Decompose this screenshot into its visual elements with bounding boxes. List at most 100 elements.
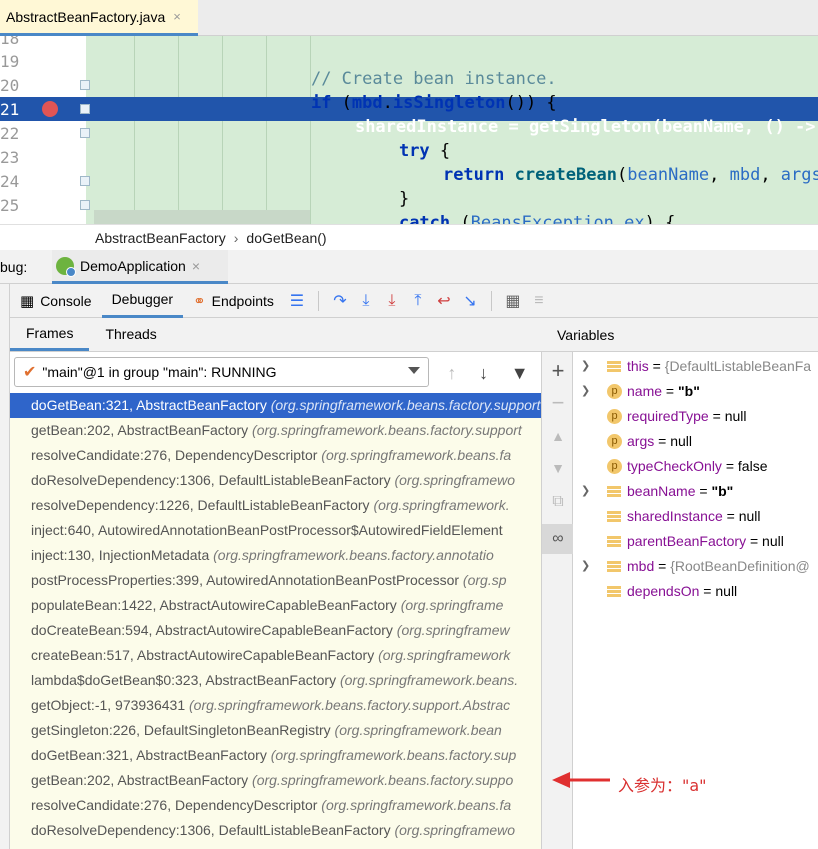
code-editor[interactable]: 18 19 20 21 22 23 24 25 // Create bean i… <box>0 36 818 224</box>
expand-arrow-icon[interactable]: ❯ <box>581 354 590 379</box>
stack-frame[interactable]: getBean:202, AbstractBeanFactory (org.sp… <box>10 768 541 793</box>
stack-frame-package: (org.springframework.beans.factory.suppo… <box>270 397 541 413</box>
drop-frame-icon[interactable]: ↩ <box>431 291 457 311</box>
stack-frame[interactable]: doResolveDependency:1306, DefaultListabl… <box>10 818 541 843</box>
variable-name: args <box>627 433 655 449</box>
move-down-icon[interactable]: ▼ <box>542 460 574 476</box>
trace-icon[interactable]: ≡ <box>526 292 552 310</box>
stack-frame-package: (org.springframe <box>400 597 504 613</box>
variable-row[interactable]: p args = null <box>573 429 818 454</box>
evaluate-expression-icon[interactable]: ▦ <box>500 291 526 311</box>
close-icon[interactable]: × <box>192 258 200 274</box>
stack-frame-method: inject:640, AutowiredAnnotationBeanPostP… <box>31 522 503 538</box>
tab-console[interactable]: ▦ Console <box>10 284 102 318</box>
fold-marker-icon[interactable] <box>80 176 90 186</box>
tab-endpoints[interactable]: ⚭ Endpoints <box>183 284 284 318</box>
stack-frame[interactable]: postProcessProperties:399, AutowiredAnno… <box>10 568 541 593</box>
stack-frame-package: (org.springframewo <box>394 822 516 838</box>
remove-watch-icon[interactable]: − <box>542 390 574 416</box>
tab-debugger[interactable]: Debugger <box>101 284 184 318</box>
stack-frame-package: (org.springframew <box>396 622 510 638</box>
step-into-icon[interactable]: ⤓ <box>353 292 379 310</box>
variable-equals: = <box>654 558 671 574</box>
tab-demoapplication[interactable]: DemoApplication × <box>52 250 228 284</box>
variable-equals: = <box>708 408 725 424</box>
stack-frame[interactable]: doResolveDependency:1306, DefaultListabl… <box>10 468 541 493</box>
stack-frame[interactable]: getBean:202, AbstractBeanFactory (org.sp… <box>10 418 541 443</box>
stack-frame-method: doResolveDependency:1306, DefaultListabl… <box>31 472 395 488</box>
stack-frame[interactable]: populateBean:1422, AbstractAutowireCapab… <box>10 593 541 618</box>
stack-frame[interactable]: inject:130, InjectionMetadata (org.sprin… <box>10 543 541 568</box>
stack-frame[interactable]: doCreateBean:594, AbstractAutowireCapabl… <box>10 618 541 643</box>
thread-select[interactable]: ✔ "main"@1 in group "main": RUNNING <box>14 357 429 387</box>
stack-frame[interactable]: resolveDependency:1226, DefaultListableB… <box>10 493 541 518</box>
breakpoint-icon[interactable] <box>42 101 58 117</box>
variable-value: null <box>762 533 784 549</box>
stack-frame[interactable]: getObject:-1, 973936431 (org.springframe… <box>10 693 541 718</box>
variable-row[interactable]: sharedInstance = null <box>573 504 818 529</box>
stack-frame-package: (org.sp <box>462 572 507 588</box>
variable-row[interactable]: parentBeanFactory = null <box>573 529 818 554</box>
show-watches-icon[interactable]: ∞ <box>542 524 574 554</box>
variable-row[interactable]: ❯ beanName = "b" <box>573 479 818 504</box>
copy-icon[interactable]: ⧉ <box>542 493 574 511</box>
stack-frame-method: lambda$doGetBean$0:323, AbstractBeanFact… <box>31 672 340 688</box>
stack-frame[interactable]: resolveCandidate:276, DependencyDescript… <box>10 793 541 818</box>
stack-frame-method: createBean:517, AbstractAutowireCapableB… <box>31 647 379 663</box>
tab-threads[interactable]: Threads <box>89 317 172 351</box>
stack-frame[interactable]: doGetBean:321, AbstractBeanFactory (org.… <box>10 393 541 418</box>
filter-icon[interactable]: ▼ <box>511 363 529 384</box>
stack-frame[interactable]: doGetBean:321, AbstractBeanFactory (org.… <box>10 743 541 768</box>
tab-console-label: Console <box>40 292 92 309</box>
step-over-icon[interactable]: ↷ <box>327 291 353 311</box>
stack-frame[interactable]: getSingleton:226, DefaultSingletonBeanRe… <box>10 718 541 743</box>
fold-marker-icon[interactable] <box>80 200 90 210</box>
line-number: 22 <box>0 124 20 143</box>
variable-value: "b" <box>678 383 700 399</box>
endpoints-icon: ⚭ <box>193 292 206 310</box>
breadcrumb-class[interactable]: AbstractBeanFactory <box>95 230 226 246</box>
fold-marker-icon[interactable] <box>80 128 90 138</box>
move-up-icon[interactable]: ▲ <box>542 428 574 444</box>
fold-marker-icon[interactable] <box>80 80 90 90</box>
expand-arrow-icon[interactable]: ❯ <box>581 554 590 579</box>
tab-frames[interactable]: Frames <box>10 317 90 351</box>
force-step-into-icon[interactable]: ⤓ <box>379 292 405 310</box>
variable-row[interactable]: p typeCheckOnly = false <box>573 454 818 479</box>
tab-debugger-label: Debugger <box>111 291 174 307</box>
debug-tool-window-header: bug: DemoApplication × <box>0 250 818 284</box>
variable-row[interactable]: p requiredType = null <box>573 404 818 429</box>
menu-icon[interactable]: ☰ <box>284 291 310 311</box>
variable-row[interactable]: ❯ mbd = {RootBeanDefinition@ <box>573 554 818 579</box>
variable-value: false <box>737 458 768 474</box>
step-out-icon[interactable]: ⤒ <box>405 292 431 310</box>
variable-equals: = <box>648 358 665 374</box>
stack-frame-method: populateBean:1422, AbstractAutowireCapab… <box>31 597 401 613</box>
tab-endpoints-label: Endpoints <box>211 292 274 309</box>
arrow-up-icon[interactable]: ↑ <box>447 363 456 384</box>
expand-arrow-icon[interactable]: ❯ <box>581 479 590 504</box>
stack-frame[interactable]: createBean:517, AbstractAutowireCapableB… <box>10 643 541 668</box>
stack-frame[interactable]: resolveCandidate:276, DependencyDescript… <box>10 443 541 468</box>
run-to-cursor-icon[interactable]: ↘ <box>457 291 483 311</box>
close-icon[interactable]: × <box>173 9 181 24</box>
frames-list: doGetBean:321, AbstractBeanFactory (org.… <box>10 393 541 849</box>
stack-frame[interactable]: lambda$doGetBean$0:323, AbstractBeanFact… <box>10 668 541 693</box>
variable-row[interactable]: ❯ this = {DefaultListableBeanFa <box>573 354 818 379</box>
fold-marker-icon[interactable] <box>80 104 90 114</box>
expand-arrow-icon[interactable]: ❯ <box>581 379 590 404</box>
chevron-down-icon <box>408 367 420 374</box>
field-icon <box>607 484 621 498</box>
variable-row[interactable]: ❯ p name = "b" <box>573 379 818 404</box>
breadcrumb-method[interactable]: doGetBean() <box>246 230 326 246</box>
stack-frame-method: getObject:-1, 973936431 <box>31 697 190 713</box>
field-icon <box>607 559 621 573</box>
variable-row[interactable]: dependsOn = null <box>573 579 818 604</box>
stack-frame[interactable]: inject:640, AutowiredAnnotationBeanPostP… <box>10 518 541 543</box>
horizontal-scrollbar[interactable] <box>94 210 310 224</box>
arrow-down-icon[interactable]: ↓ <box>479 363 488 384</box>
editor-tab-abstractbeanfactory[interactable]: AbstractBeanFactory.java × <box>0 0 198 36</box>
variable-equals: = <box>699 583 716 599</box>
add-watch-icon[interactable]: + <box>542 358 574 384</box>
variables-header: Variables <box>541 318 818 352</box>
